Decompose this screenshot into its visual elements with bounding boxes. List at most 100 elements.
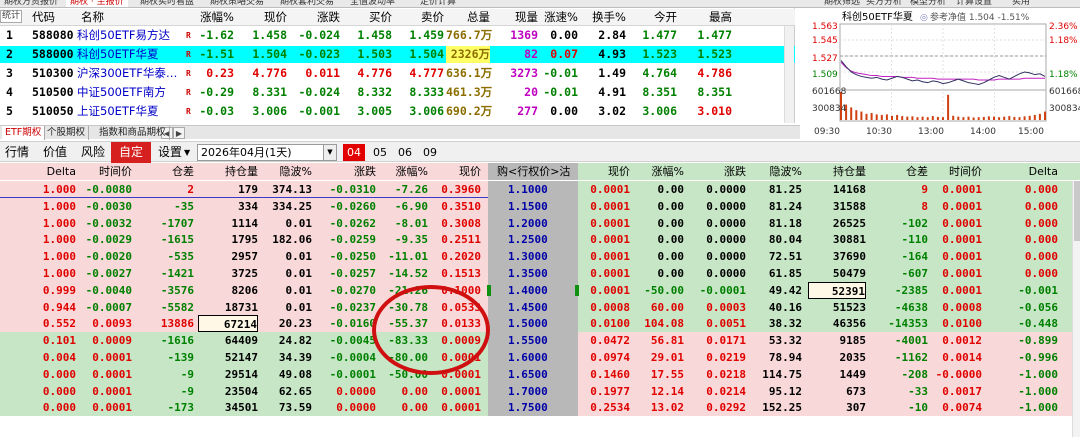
quote-header-ask[interactable]: 卖价 — [397, 9, 444, 26]
quote-row[interactable]: 1 588080 科创50ETF易方达 -1.62 1.458 -0.024 1.458 1.… — [0, 27, 795, 44]
option-row[interactable]: 0.000 0.0001 -9 29514 49.08 -0.0001 -50.00 0.00… — [0, 365, 1080, 383]
option-row[interactable]: 1.000 -0.0080 2 179 374.13 -0.0310 -7.26 0.3960… — [0, 181, 1080, 198]
value-view-button[interactable]: 价值 — [43, 142, 67, 163]
top-tab[interactable]: 计算设置 — [952, 0, 996, 7]
option-row[interactable]: 0.999 -0.0040 -3576 8206 0.01 -0.0270 -21.26 0.… — [0, 281, 1080, 299]
call-header-4[interactable]: 隐波% — [262, 163, 312, 180]
strike-price[interactable]: 1.4500 — [508, 299, 558, 316]
settings-button[interactable]: 设置 — [158, 142, 182, 163]
quote-row-index: 4 — [6, 85, 13, 99]
option-row[interactable]: 0.000 0.0001 -9 23504 62.65 0.0000 0.00 0.0001 1… — [0, 382, 1080, 400]
strike-price[interactable]: 1.5500 — [508, 332, 558, 349]
strike-price[interactable]: 1.6500 — [508, 366, 558, 383]
quote-header-chg_pct[interactable]: 涨幅% — [196, 9, 234, 26]
strike-header[interactable]: 购<行权价>沽 — [497, 163, 581, 180]
option-row[interactable]: 0.101 0.0009 -1616 64409 24.82 -0.0045 -83.33 0… — [0, 332, 1080, 350]
quote-header-open[interactable]: 今开 — [631, 9, 677, 26]
call-header-0[interactable]: Delta — [26, 163, 76, 180]
quote-header-turnover[interactable]: 换手% — [583, 9, 626, 26]
strike-price[interactable]: 1.3500 — [508, 265, 558, 282]
top-tab[interactable]: 期权实时看盘 — [136, 0, 198, 7]
strike-price[interactable]: 1.6000 — [508, 349, 558, 366]
call-header-1[interactable]: 时间价 — [80, 163, 132, 180]
strike-price[interactable]: 1.4000 — [508, 282, 558, 299]
quote-row[interactable]: 5 510050 上证50ETF华夏 -0.03 3.006 -0.001 3.005 3.0… — [0, 103, 795, 120]
put-header-3[interactable]: 隐波% — [750, 163, 802, 180]
option-row[interactable]: 1.000 -0.0020 -535 2957 0.01 -0.0250 -11.01 0.2… — [0, 248, 1080, 266]
top-tab[interactable]: 期权 · 至报价 — [66, 0, 128, 7]
strike-price[interactable]: 1.2500 — [508, 231, 558, 248]
strike-price[interactable]: 1.1000 — [508, 181, 558, 198]
month-tab-09[interactable]: 09 — [419, 142, 441, 163]
quote-view-button[interactable]: 行情 — [5, 142, 29, 163]
board-scrollbar[interactable] — [1072, 181, 1080, 437]
call-header-3[interactable]: 持仓量 — [198, 163, 258, 180]
quote-row[interactable]: 4 510500 中证500ETF南方 -0.29 8.331 -0.024 8.332 8.… — [0, 84, 795, 101]
top-tab[interactable]: 期权套利交易 — [276, 0, 338, 7]
intraday-mini-chart[interactable]: 科创50ETF华夏 ◎ 参考净值 1.504 -1.51% 1.563 1.545… — [808, 8, 1080, 139]
top-tab[interactable]: 期权方资报价 — [0, 0, 62, 7]
option-row[interactable]: 1.000 -0.0032 -1707 1114 0.01 -0.0262 -8.01 0.3… — [0, 214, 1080, 232]
put-header-7[interactable]: Delta — [990, 163, 1058, 180]
put-header-1[interactable]: 涨幅% — [634, 163, 684, 180]
put-header-2[interactable]: 涨跌 — [690, 163, 746, 180]
option-row[interactable]: 0.000 0.0001 -173 34501 73.59 0.0000 0.00 0.000… — [0, 399, 1080, 417]
quote-scrollbar[interactable] — [784, 26, 794, 123]
quote-header-chg[interactable]: 涨跌 — [290, 9, 340, 26]
top-tab[interactable]: 期权筛选 — [820, 0, 864, 7]
strike-price[interactable]: 1.7000 — [508, 383, 558, 400]
quote-row[interactable]: 2 588000 科创50ETF华夏 -1.51 1.504 -0.023 1.503 1.5… — [0, 46, 795, 63]
put-header-6[interactable]: 时间价 — [930, 163, 982, 180]
tab-scroll-right-button[interactable]: ▶ — [173, 127, 185, 139]
quote-header-speed[interactable]: 涨速% — [543, 9, 578, 26]
quote-header-price[interactable]: 现价 — [244, 9, 287, 26]
settings-dropdown-icon[interactable]: ▼ — [184, 142, 190, 163]
quote-header-cur_vol[interactable]: 现量 — [496, 9, 538, 26]
option-row[interactable]: 0.944 -0.0007 -5582 18731 0.01 -0.0237 -30.78 0… — [0, 298, 1080, 316]
strike-price[interactable]: 1.3000 — [508, 248, 558, 265]
month-tab-04[interactable]: 04 — [343, 144, 365, 161]
call-cell-6: -11.01 — [388, 250, 428, 264]
quote-header-vol[interactable]: 总量 — [446, 9, 490, 26]
board-scrollbar-thumb[interactable] — [1074, 181, 1080, 241]
top-tab[interactable]: 全值波动率 — [346, 0, 399, 7]
quote-header-name[interactable]: 名称 — [81, 9, 185, 26]
top-tab[interactable]: 期权策略交易 — [206, 0, 268, 7]
category-tab[interactable]: 个股期权 — [44, 126, 90, 140]
put-cell-0: 0.0100 — [590, 317, 630, 331]
expiry-select[interactable]: 2026年04月(1天) ▼ — [197, 144, 337, 161]
risk-view-button[interactable]: 风险 — [81, 142, 105, 163]
strike-price[interactable]: 1.2000 — [508, 215, 558, 232]
month-tab-06[interactable]: 06 — [394, 142, 416, 163]
top-tab[interactable]: 实用 — [1008, 0, 1034, 7]
strike-price[interactable]: 1.5000 — [508, 315, 558, 332]
put-header-5[interactable]: 仓差 — [870, 163, 928, 180]
strike-price[interactable]: 1.7500 — [508, 399, 558, 416]
strike-price[interactable]: 1.1500 — [508, 198, 558, 215]
quote-row[interactable]: 3 510300 沪深300ETF华泰… 0.23 4.776 0.011 4.776 4.7… — [0, 65, 795, 82]
custom-view-button[interactable]: 自定 — [111, 142, 151, 163]
quote-header-bid[interactable]: 买价 — [345, 9, 392, 26]
quote-header-code[interactable]: 代码 — [32, 9, 76, 26]
top-tab[interactable]: 模型分析 — [906, 0, 950, 7]
option-row[interactable]: 0.552 0.0093 13886 67214 20.23 -0.0160 -55.37 0… — [0, 315, 1080, 333]
month-tab-05[interactable]: 05 — [369, 142, 391, 163]
category-tab[interactable]: 指数和商品期权 — [96, 126, 170, 140]
put-header-4[interactable]: 持仓量 — [808, 163, 866, 180]
category-tab[interactable]: ETF期权 — [2, 126, 46, 140]
call-header-5[interactable]: 涨跌 — [316, 163, 376, 180]
call-header-6[interactable]: 涨幅% — [384, 163, 428, 180]
stats-button[interactable]: 统计 — [0, 10, 22, 23]
call-header-7[interactable]: 现价 — [435, 163, 481, 180]
quote-header-high[interactable]: 最高 — [684, 9, 732, 26]
call-cell-3: 8206 — [231, 283, 259, 297]
option-row[interactable]: 1.000 -0.0027 -1421 3725 0.01 -0.0257 -14.52 0.… — [0, 265, 1080, 282]
option-row[interactable]: 1.000 -0.0029 -1615 1795 182.06 -0.0259 -9.35 0… — [0, 231, 1080, 249]
option-row[interactable]: 0.004 0.0001 -139 52147 34.39 -0.0004 -80.00 0.… — [0, 349, 1080, 366]
top-tab[interactable]: 买方分析 — [862, 0, 906, 7]
option-row[interactable]: 1.000 -0.0030 -35 334 334.25 -0.0260 -6.90 0.35… — [0, 197, 1080, 215]
put-header-0[interactable]: 现价 — [582, 163, 630, 180]
call-header-2[interactable]: 仓差 — [140, 163, 194, 180]
put-cell-6: 0.0001 — [942, 183, 982, 196]
top-tab[interactable]: 定价计算 — [416, 0, 460, 7]
